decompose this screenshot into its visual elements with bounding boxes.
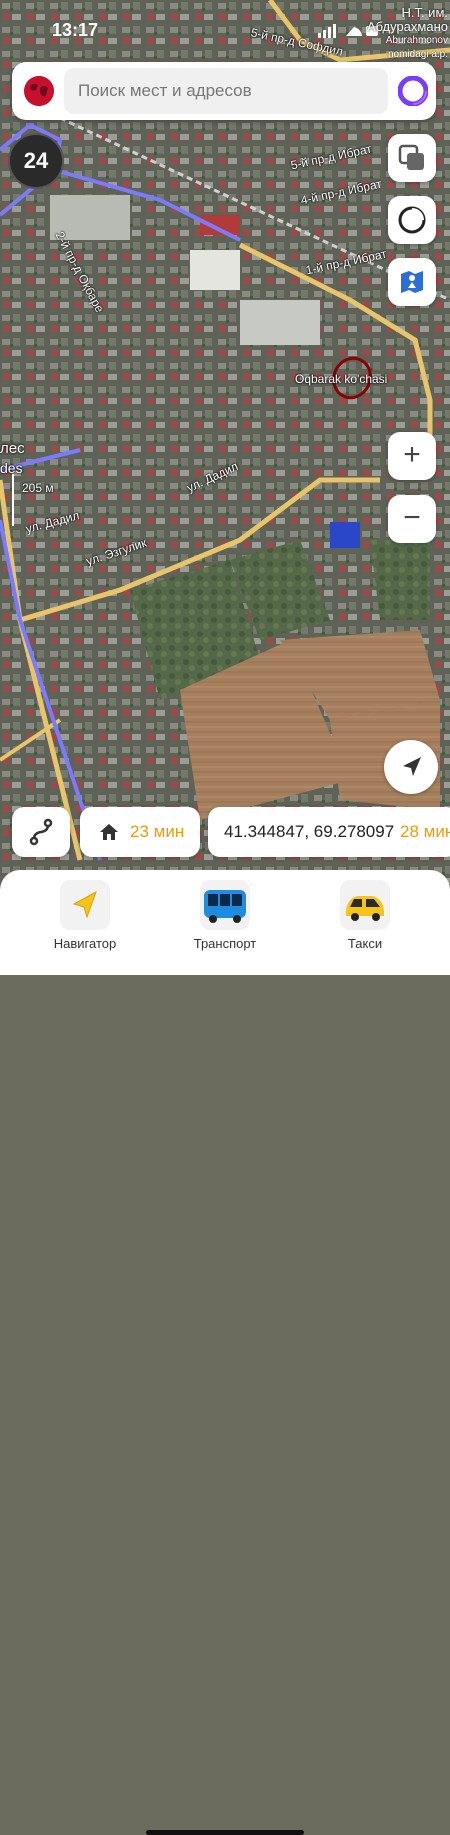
bus-icon xyxy=(200,880,250,930)
search-placeholder: Поиск мест и адресов xyxy=(78,81,252,100)
map-scale-bar xyxy=(12,474,14,526)
panorama-icon xyxy=(401,271,423,293)
search-input[interactable]: Поиск мест и адресов xyxy=(64,68,388,114)
tab-label: Такси xyxy=(347,936,383,951)
tab-transport[interactable]: Транспорт xyxy=(170,880,280,951)
zoom-in-button[interactable]: + xyxy=(388,432,436,480)
route-home-button[interactable]: 23 мин xyxy=(80,807,200,857)
map-layers-button[interactable] xyxy=(388,134,436,182)
home-route-time: 23 мин xyxy=(130,822,185,841)
world-map-icon xyxy=(24,76,54,106)
my-location-button[interactable] xyxy=(384,740,438,794)
panorama-button[interactable] xyxy=(388,258,436,306)
route-coordinates-button[interactable]: 41.344847, 69.278097 28 мин xyxy=(208,807,450,857)
coordinates-route-time: 28 мин xyxy=(400,822,450,841)
map-scale-label: 205 м xyxy=(22,481,54,495)
map-poi-label: Н.Т. им. Абдурахмано Aburahmonov nomidag… xyxy=(366,5,448,61)
home-indicator xyxy=(146,1830,304,1835)
tab-navigator[interactable]: Навигатор xyxy=(30,880,140,951)
quick-routes-bar: 23 мин 41.344847, 69.278097 28 мин xyxy=(0,807,450,859)
navigator-arrow-icon xyxy=(60,880,110,930)
tab-label: Навигатор xyxy=(53,936,117,951)
map-street-label: Oqbarak ko'chasi xyxy=(295,372,388,386)
notifications-count-badge[interactable]: 24 xyxy=(8,133,64,189)
tab-label: Транспорт xyxy=(193,936,257,951)
map-mode-button[interactable] xyxy=(388,196,436,244)
route-button[interactable] xyxy=(12,807,70,857)
coordinates-text: 41.344847, 69.278097 xyxy=(224,822,395,841)
bottom-tab-bar: Навигатор Транспорт Такси xyxy=(0,870,450,1835)
alice-voice-assistant-icon[interactable] xyxy=(398,76,428,106)
zoom-out-button[interactable]: − xyxy=(388,495,436,543)
profile-avatar[interactable] xyxy=(24,76,54,106)
tab-taxi[interactable]: Такси xyxy=(310,880,420,951)
mode-dial-icon xyxy=(398,206,426,234)
taxi-car-icon xyxy=(340,880,390,930)
search-bar[interactable]: Поиск мест и адресов xyxy=(12,62,436,120)
layers-icon xyxy=(398,144,424,170)
route-icon xyxy=(29,818,53,846)
map-place-label: лес xyxy=(0,440,25,457)
location-arrow-icon xyxy=(403,757,421,776)
status-time: 13:17 xyxy=(52,20,99,40)
home-icon xyxy=(100,824,118,840)
